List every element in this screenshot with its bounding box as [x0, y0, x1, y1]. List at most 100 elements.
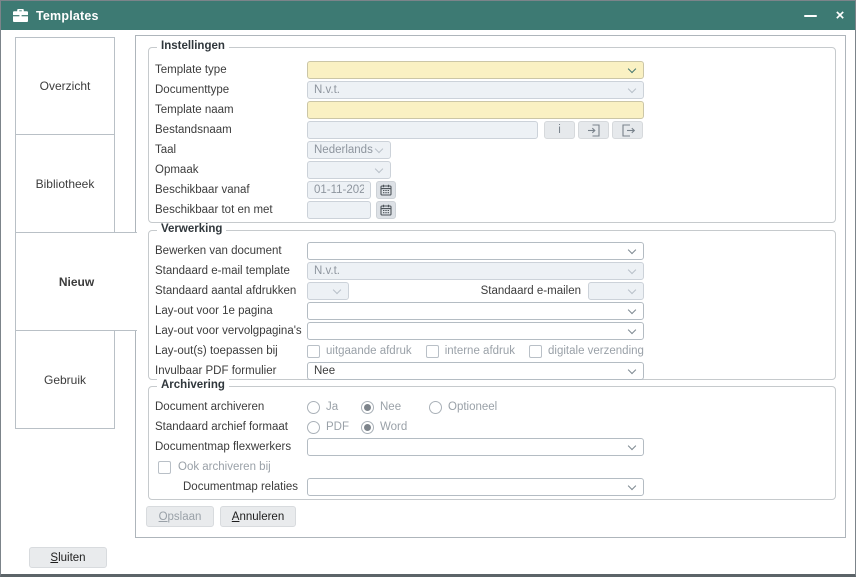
field-row-template-naam: Template naam [155, 100, 829, 120]
checkbox-label: digitale verzending [548, 345, 644, 357]
group-archivering: Archivering Document archiveren Ja Nee O… [148, 386, 836, 500]
sluiten-button[interactable]: Sluiten [29, 547, 107, 568]
field-row-layout-toepassen: Lay-out(s) toepassen bij uitgaande afdru… [155, 341, 829, 361]
info-icon: i [558, 124, 561, 136]
minimize-button[interactable] [795, 1, 825, 30]
checkbox-digitale-verzending: digitale verzending [529, 345, 644, 358]
radio-optioneel: Optioneel [429, 401, 497, 414]
radio-label: Optioneel [448, 401, 497, 413]
bestandsnaam-input [307, 121, 538, 139]
bewerken-document-select[interactable] [307, 242, 644, 260]
tab-overzicht[interactable]: Overzicht [15, 37, 115, 135]
tab-gebruik[interactable]: Gebruik [15, 330, 115, 429]
templates-dialog: Templates × Overzicht Bibliotheek Nieuw … [0, 0, 856, 577]
field-label: Standaard e-mailen [349, 285, 581, 297]
field-row-ook-archiveren: Ook archiveren bij [155, 457, 829, 477]
tab-bibliotheek[interactable]: Bibliotheek [15, 134, 115, 233]
documentmap-flexwerkers-select[interactable] [307, 438, 644, 456]
taal-select: Nederlands [307, 141, 391, 159]
field-row-bewerken: Bewerken van document [155, 241, 829, 261]
field-label: Documentmap relaties [155, 481, 307, 493]
field-row-beschikbaar-vanaf: Beschikbaar vanaf [155, 180, 829, 200]
email-template-select: N.v.t. [307, 262, 644, 280]
field-row-opmaak: Opmaak [155, 160, 829, 180]
documentmap-relaties-select[interactable] [307, 478, 644, 496]
minimize-icon [804, 15, 817, 17]
radio-label: PDF [326, 421, 349, 433]
calendar-button[interactable] [376, 201, 396, 219]
import-document-button[interactable] [578, 121, 609, 139]
group-legend: Archivering [157, 379, 229, 391]
window-title: Templates [36, 9, 99, 23]
field-row-layout-1e-pagina: Lay-out voor 1e pagina [155, 301, 829, 321]
title-bar: Templates × [1, 1, 855, 30]
checkbox-label: uitgaande afdruk [326, 345, 412, 357]
radio-pdf: PDF [307, 421, 361, 434]
field-label: Documentmap flexwerkers [155, 441, 307, 453]
template-type-select[interactable] [307, 61, 644, 79]
chevron-down-icon [375, 165, 383, 173]
import-document-icon [587, 124, 601, 137]
invulbaar-pdf-select[interactable]: Nee [307, 362, 644, 380]
group-legend: Instellingen [157, 40, 229, 52]
layout-vervolgpagina-select[interactable] [307, 322, 644, 340]
chevron-down-icon [628, 306, 636, 314]
field-row-layout-vervolg: Lay-out voor vervolgpagina's [155, 321, 829, 341]
calendar-button[interactable] [376, 181, 396, 199]
field-label: Template naam [155, 104, 307, 116]
combo-value: Nederlands [314, 144, 373, 156]
layout-1e-pagina-select[interactable] [307, 302, 644, 320]
radio-icon [307, 421, 320, 434]
field-label: Bestandsnaam [155, 124, 307, 136]
close-button[interactable]: × [825, 1, 855, 30]
chevron-down-icon [628, 266, 636, 274]
field-row-documentmap-flexwerkers: Documentmap flexwerkers [155, 437, 829, 457]
field-row-bestandsnaam: Bestandsnaam i [155, 120, 829, 140]
opmaak-select [307, 161, 391, 179]
radio-label: Ja [326, 401, 338, 413]
field-label: Lay-out voor 1e pagina [155, 305, 307, 317]
emailen-select [588, 282, 644, 300]
radio-selected-icon [361, 401, 374, 414]
chevron-down-icon [628, 85, 636, 93]
radio-icon [429, 401, 442, 414]
chevron-down-icon [333, 286, 341, 294]
chevron-down-icon [628, 482, 636, 490]
export-document-icon [621, 124, 635, 137]
combo-value: N.v.t. [314, 84, 340, 96]
opslaan-button[interactable]: Opslaan [146, 506, 214, 527]
tab-nieuw[interactable]: Nieuw [15, 232, 137, 331]
chevron-down-icon [375, 145, 383, 153]
chevron-down-icon [628, 326, 636, 334]
calendar-icon [380, 184, 392, 196]
radio-label: Word [380, 421, 407, 433]
radio-selected-icon [361, 421, 374, 434]
radio-nee: Nee [361, 401, 429, 414]
group-instellingen: Instellingen Template type Documenttype … [148, 47, 836, 223]
aantal-afdrukken-select [307, 282, 349, 300]
info-button[interactable]: i [544, 121, 575, 139]
export-document-button[interactable] [612, 121, 643, 139]
field-row-taal: Taal Nederlands [155, 140, 829, 160]
group-legend: Verwerking [157, 223, 226, 235]
field-row-archief-formaat: Standaard archief formaat PDF Word [155, 417, 829, 437]
template-naam-input[interactable] [307, 101, 644, 119]
field-label: Documenttype [155, 84, 307, 96]
field-label: Beschikbaar vanaf [155, 184, 307, 196]
tab-label: Overzicht [40, 79, 91, 93]
checkbox-uitgaande-afdruk: uitgaande afdruk [307, 345, 426, 358]
field-label: Invulbaar PDF formulier [155, 365, 307, 377]
annuleren-button[interactable]: Annuleren [220, 506, 296, 527]
field-label: Standaard aantal afdrukken [155, 285, 307, 297]
close-icon: × [836, 8, 845, 23]
radio-ja: Ja [307, 401, 361, 414]
checkbox-interne-afdruk: interne afdruk [426, 345, 529, 358]
chevron-down-icon [628, 366, 636, 374]
beschikbaar-tot-input [307, 201, 371, 219]
chevron-down-icon [628, 65, 636, 73]
chevron-down-icon [628, 442, 636, 450]
radio-label: Nee [380, 401, 401, 413]
tab-label: Nieuw [59, 275, 94, 289]
field-row-aantal-afdrukken: Standaard aantal afdrukken Standaard e-m… [155, 281, 829, 301]
briefcase-icon [13, 9, 28, 22]
